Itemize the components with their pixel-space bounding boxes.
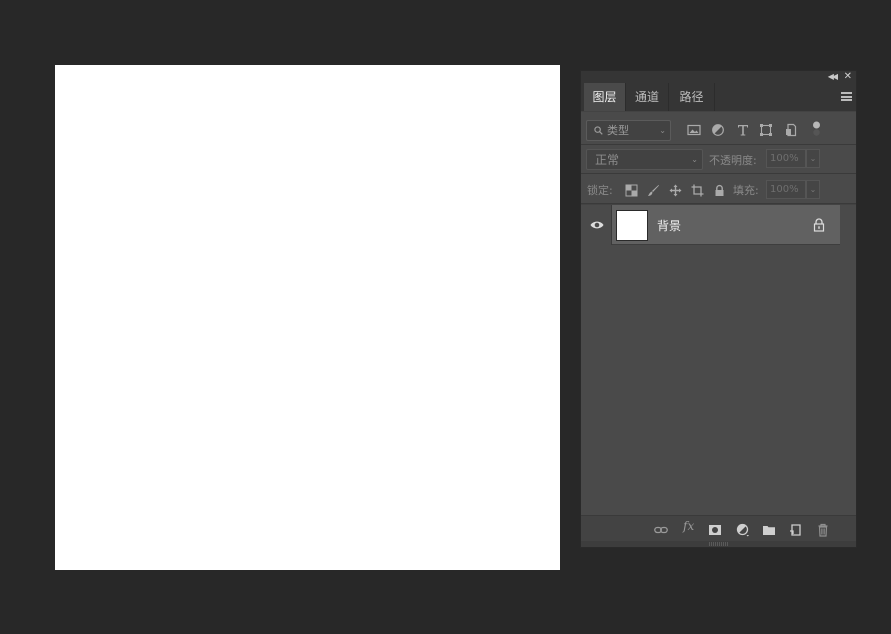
layers-list: 背景: [581, 205, 856, 515]
panel-menu-icon[interactable]: [841, 92, 852, 101]
smart-object-filter-icon[interactable]: [784, 122, 798, 137]
collapse-panel-icon[interactable]: ◀◀: [828, 72, 838, 82]
lock-artboard-icon[interactable]: [691, 182, 704, 197]
tab-channels[interactable]: 通道: [626, 83, 669, 111]
filter-kind-label: 类型: [607, 124, 629, 137]
filter-row: 类型 ⌄: [581, 112, 856, 145]
panel-tabbar: 图层 通道 路径: [581, 83, 856, 111]
eye-icon: [590, 221, 604, 229]
filter-kind-select[interactable]: 类型 ⌄: [586, 120, 671, 141]
lock-label: 锁定:: [587, 184, 613, 197]
close-icon[interactable]: ✕: [844, 71, 852, 83]
document-canvas[interactable]: [55, 65, 560, 570]
link-layers-icon[interactable]: [654, 522, 668, 536]
lock-image-pixels-icon[interactable]: [647, 182, 660, 196]
new-adjustment-layer-icon[interactable]: [736, 522, 750, 537]
visibility-toggle[interactable]: [581, 205, 612, 245]
type-filter-icon[interactable]: [736, 122, 750, 136]
lock-transparent-pixels-icon[interactable]: [625, 182, 638, 197]
adjustment-filter-icon[interactable]: [711, 122, 725, 136]
blend-row: 正常 ⌄ 不透明度: 100% ⌄: [581, 145, 856, 174]
layer-style-fx-icon[interactable]: fx: [683, 519, 694, 533]
new-group-icon[interactable]: [762, 522, 776, 536]
panel-resize-grip[interactable]: [581, 541, 856, 547]
lock-all-icon[interactable]: [713, 182, 726, 196]
lock-row: 锁定: 填充: 100% ⌄: [581, 174, 856, 204]
layer-thumbnail[interactable]: [616, 210, 648, 241]
layer-row[interactable]: 背景: [581, 205, 840, 245]
workspace: ◀◀ ✕ 图层 通道 路径 类型 ⌄ 正常 ⌄ 不透明度: 100% ⌄ 锁定:…: [0, 0, 891, 634]
shape-filter-icon[interactable]: [759, 122, 773, 136]
panel-footer: fx: [581, 515, 856, 541]
opacity-label: 不透明度:: [709, 154, 757, 167]
opacity-input[interactable]: 100%: [766, 149, 806, 168]
fill-label: 填充:: [733, 184, 759, 197]
fill-input[interactable]: 100%: [766, 180, 806, 199]
chevron-down-icon: ⌄: [659, 126, 666, 135]
tab-paths[interactable]: 路径: [669, 83, 715, 111]
layers-scrollbar[interactable]: [840, 205, 856, 515]
opacity-dropdown-button[interactable]: ⌄: [806, 149, 820, 168]
search-icon: [594, 126, 603, 135]
image-filter-icon[interactable]: [687, 122, 701, 136]
add-mask-icon[interactable]: [708, 522, 722, 536]
blend-mode-select[interactable]: 正常 ⌄: [586, 149, 703, 170]
lock-position-icon[interactable]: [669, 182, 682, 197]
fill-dropdown-button[interactable]: ⌄: [806, 180, 820, 199]
grip-lines: [709, 542, 729, 546]
layer-name[interactable]: 背景: [657, 217, 681, 234]
tab-layers[interactable]: 图层: [584, 83, 626, 111]
lock-icon[interactable]: [813, 218, 825, 232]
blend-mode-value: 正常: [595, 153, 620, 167]
chevron-down-icon: ⌄: [691, 155, 698, 164]
filter-toggle-icon[interactable]: [812, 121, 821, 137]
panel-header: ◀◀ ✕: [581, 71, 856, 83]
new-layer-icon[interactable]: [789, 522, 803, 536]
layers-panel: ◀◀ ✕ 图层 通道 路径 类型 ⌄ 正常 ⌄ 不透明度: 100% ⌄ 锁定:…: [580, 70, 857, 548]
delete-layer-icon[interactable]: [816, 522, 830, 537]
